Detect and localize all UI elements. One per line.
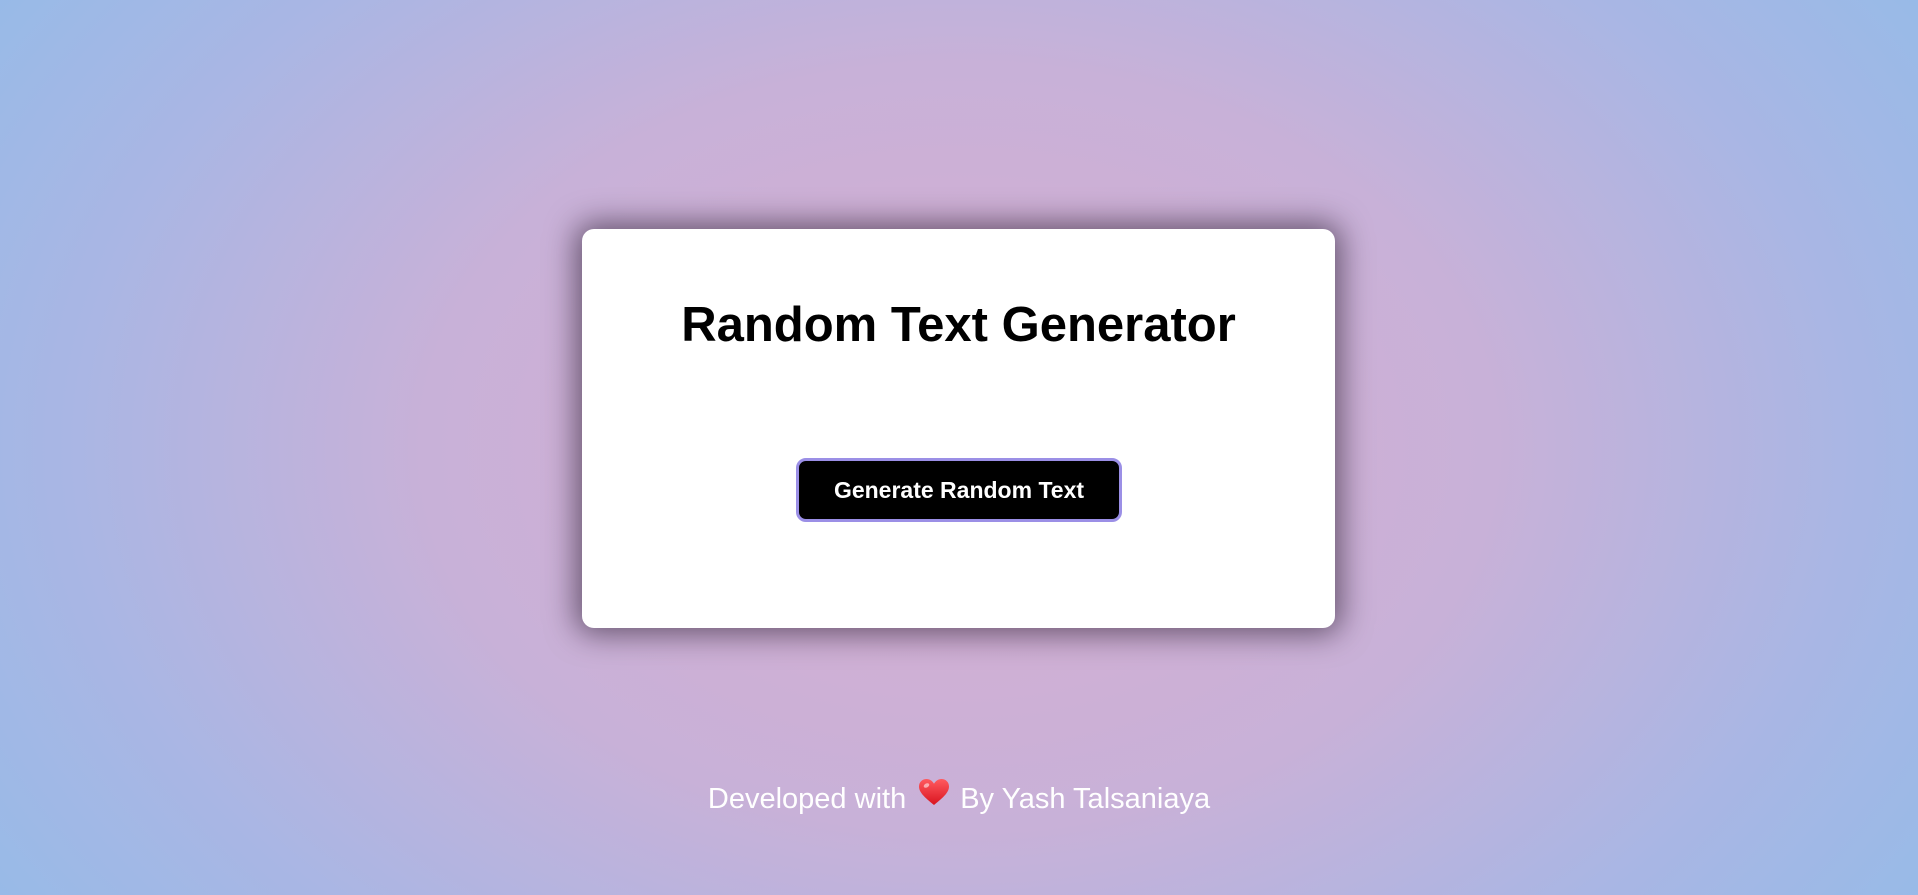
footer-suffix: By Yash Talsaniaya bbox=[960, 783, 1211, 815]
footer-prefix: Developed with bbox=[707, 783, 907, 815]
random-text-output bbox=[582, 379, 1335, 419]
generate-random-text-button[interactable]: Generate Random Text bbox=[796, 458, 1122, 522]
generator-card: Random Text Generator Generate Random Te… bbox=[582, 229, 1335, 628]
footer-credit: Developed with By Yash Talsaniaya bbox=[0, 779, 1918, 820]
page-title: Random Text Generator bbox=[681, 298, 1236, 352]
heart-icon bbox=[918, 777, 950, 817]
